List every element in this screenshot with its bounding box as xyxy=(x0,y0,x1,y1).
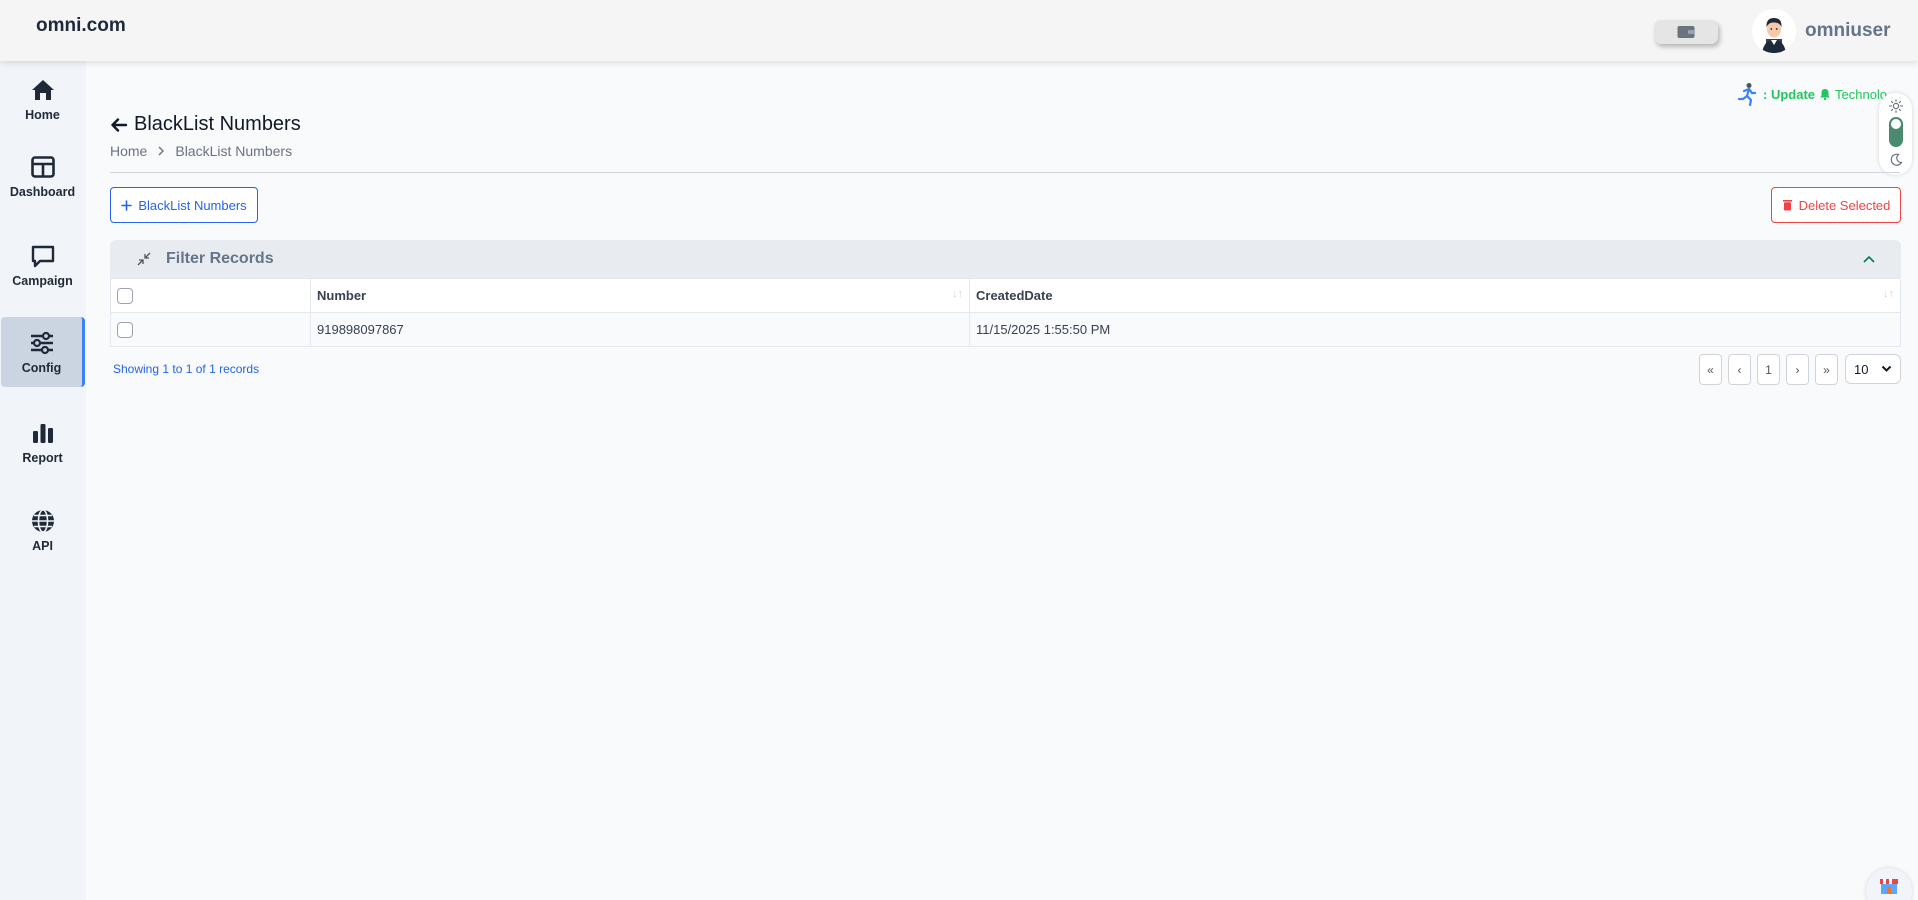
store-fab-button[interactable] xyxy=(1866,868,1912,900)
breadcrumb: Home BlackList Numbers xyxy=(110,143,292,159)
theme-toggle[interactable] xyxy=(1879,93,1912,175)
cell-createddate: 11/15/2025 1:55:50 PM xyxy=(969,312,1901,347)
sidebar-item-label: API xyxy=(32,539,53,553)
chevron-down-icon xyxy=(1881,365,1892,372)
wallet-button[interactable] xyxy=(1654,20,1718,44)
plus-icon xyxy=(121,199,133,211)
column-header-createddate[interactable]: CreatedDate ↓↑ xyxy=(969,278,1901,313)
breadcrumb-current: BlackList Numbers xyxy=(175,143,293,159)
select-all-checkbox[interactable] xyxy=(117,287,133,304)
sort-icon[interactable]: ↓↑ xyxy=(952,288,963,300)
prev-page-button[interactable]: ‹ xyxy=(1728,354,1751,385)
sidebar-item-api[interactable]: API xyxy=(0,495,85,565)
column-header-label: Number xyxy=(317,288,367,303)
home-icon xyxy=(31,80,54,100)
announcement-ticker: : Update Technolo xyxy=(1735,82,1890,106)
add-blacklist-button[interactable]: BlackList Numbers xyxy=(110,187,258,223)
table-row[interactable]: 919898097867 11/15/2025 1:55:50 PM xyxy=(110,312,1901,347)
filter-title: Filter Records xyxy=(166,250,274,267)
avatar[interactable] xyxy=(1752,9,1796,53)
sidebar-item-campaign[interactable]: Campaign xyxy=(0,230,85,300)
page-title: BlackList Numbers xyxy=(110,113,301,136)
sun-icon xyxy=(1889,99,1903,113)
username[interactable]: omniuser xyxy=(1805,20,1891,42)
column-header-label: CreatedDate xyxy=(976,288,1053,303)
row-checkbox[interactable] xyxy=(117,321,133,338)
sidebar-item-label: Report xyxy=(22,451,63,465)
user-avatar-icon xyxy=(1762,18,1786,53)
store-icon xyxy=(1880,879,1898,894)
pagination: « ‹ 1 › » xyxy=(1699,354,1838,385)
sidebar-item-label: Home xyxy=(25,108,60,122)
toggle-knob[interactable] xyxy=(1891,119,1901,129)
last-page-button[interactable]: » xyxy=(1815,354,1838,385)
sidebar-item-label: Config xyxy=(21,361,62,375)
first-page-button[interactable]: « xyxy=(1699,354,1722,385)
row-select-cell xyxy=(110,312,311,347)
add-button-label: BlackList Numbers xyxy=(138,197,247,213)
top-header: omni.com omniuser xyxy=(0,0,1918,61)
collapse-arrows-icon[interactable] xyxy=(136,251,152,267)
select-all-cell xyxy=(110,278,311,313)
chat-icon xyxy=(31,245,54,268)
moon-icon xyxy=(1890,153,1903,166)
header-divider xyxy=(110,172,1900,173)
page-size-select[interactable]: 10 xyxy=(1845,354,1901,384)
ticker-prefix: : Update xyxy=(1763,86,1815,102)
sidebar-item-home[interactable]: Home xyxy=(0,64,85,134)
breadcrumb-home[interactable]: Home xyxy=(110,143,147,159)
sidebar-item-report[interactable]: Report xyxy=(0,407,85,477)
page-size-value: 10 xyxy=(1854,361,1869,377)
filter-records-panel[interactable]: Filter Records xyxy=(110,240,1901,278)
back-arrow-icon[interactable] xyxy=(110,116,128,134)
ticker-text: Technolo xyxy=(1835,86,1888,102)
wallet-icon xyxy=(1677,26,1695,38)
sort-icon[interactable]: ↓↑ xyxy=(1883,288,1894,300)
running-person-icon xyxy=(1737,83,1757,106)
page-title-text: BlackList Numbers xyxy=(134,113,301,135)
bell-icon xyxy=(1820,89,1830,100)
brand-logo[interactable]: omni.com xyxy=(36,15,126,37)
delete-selected-button[interactable]: Delete Selected xyxy=(1771,187,1901,223)
bar-chart-icon xyxy=(32,424,53,443)
globe-icon xyxy=(31,509,54,533)
blacklist-table: Number ↓↑ CreatedDate ↓↑ 919898097867 11… xyxy=(110,278,1901,347)
sidebar-item-label: Dashboard xyxy=(9,185,76,199)
records-info: Showing 1 to 1 of 1 records xyxy=(113,362,260,376)
sidebar: Home Dashboard Campaign Config Report AP… xyxy=(0,61,86,900)
dashboard-icon xyxy=(30,156,55,178)
chevron-right-icon xyxy=(158,146,165,156)
trash-icon xyxy=(1782,200,1792,211)
cell-number: 919898097867 xyxy=(310,312,970,347)
delete-button-label: Delete Selected xyxy=(1798,197,1891,213)
chevron-up-icon[interactable] xyxy=(1862,254,1876,264)
column-header-number[interactable]: Number ↓↑ xyxy=(310,278,970,313)
sliders-icon xyxy=(30,331,53,355)
table-header-row: Number ↓↑ CreatedDate ↓↑ xyxy=(110,278,1901,313)
sidebar-item-config[interactable]: Config xyxy=(1,317,85,387)
sidebar-item-dashboard[interactable]: Dashboard xyxy=(0,141,85,211)
next-page-button[interactable]: › xyxy=(1786,354,1809,385)
page-1-button[interactable]: 1 xyxy=(1757,354,1780,385)
sidebar-item-label: Campaign xyxy=(12,274,73,288)
